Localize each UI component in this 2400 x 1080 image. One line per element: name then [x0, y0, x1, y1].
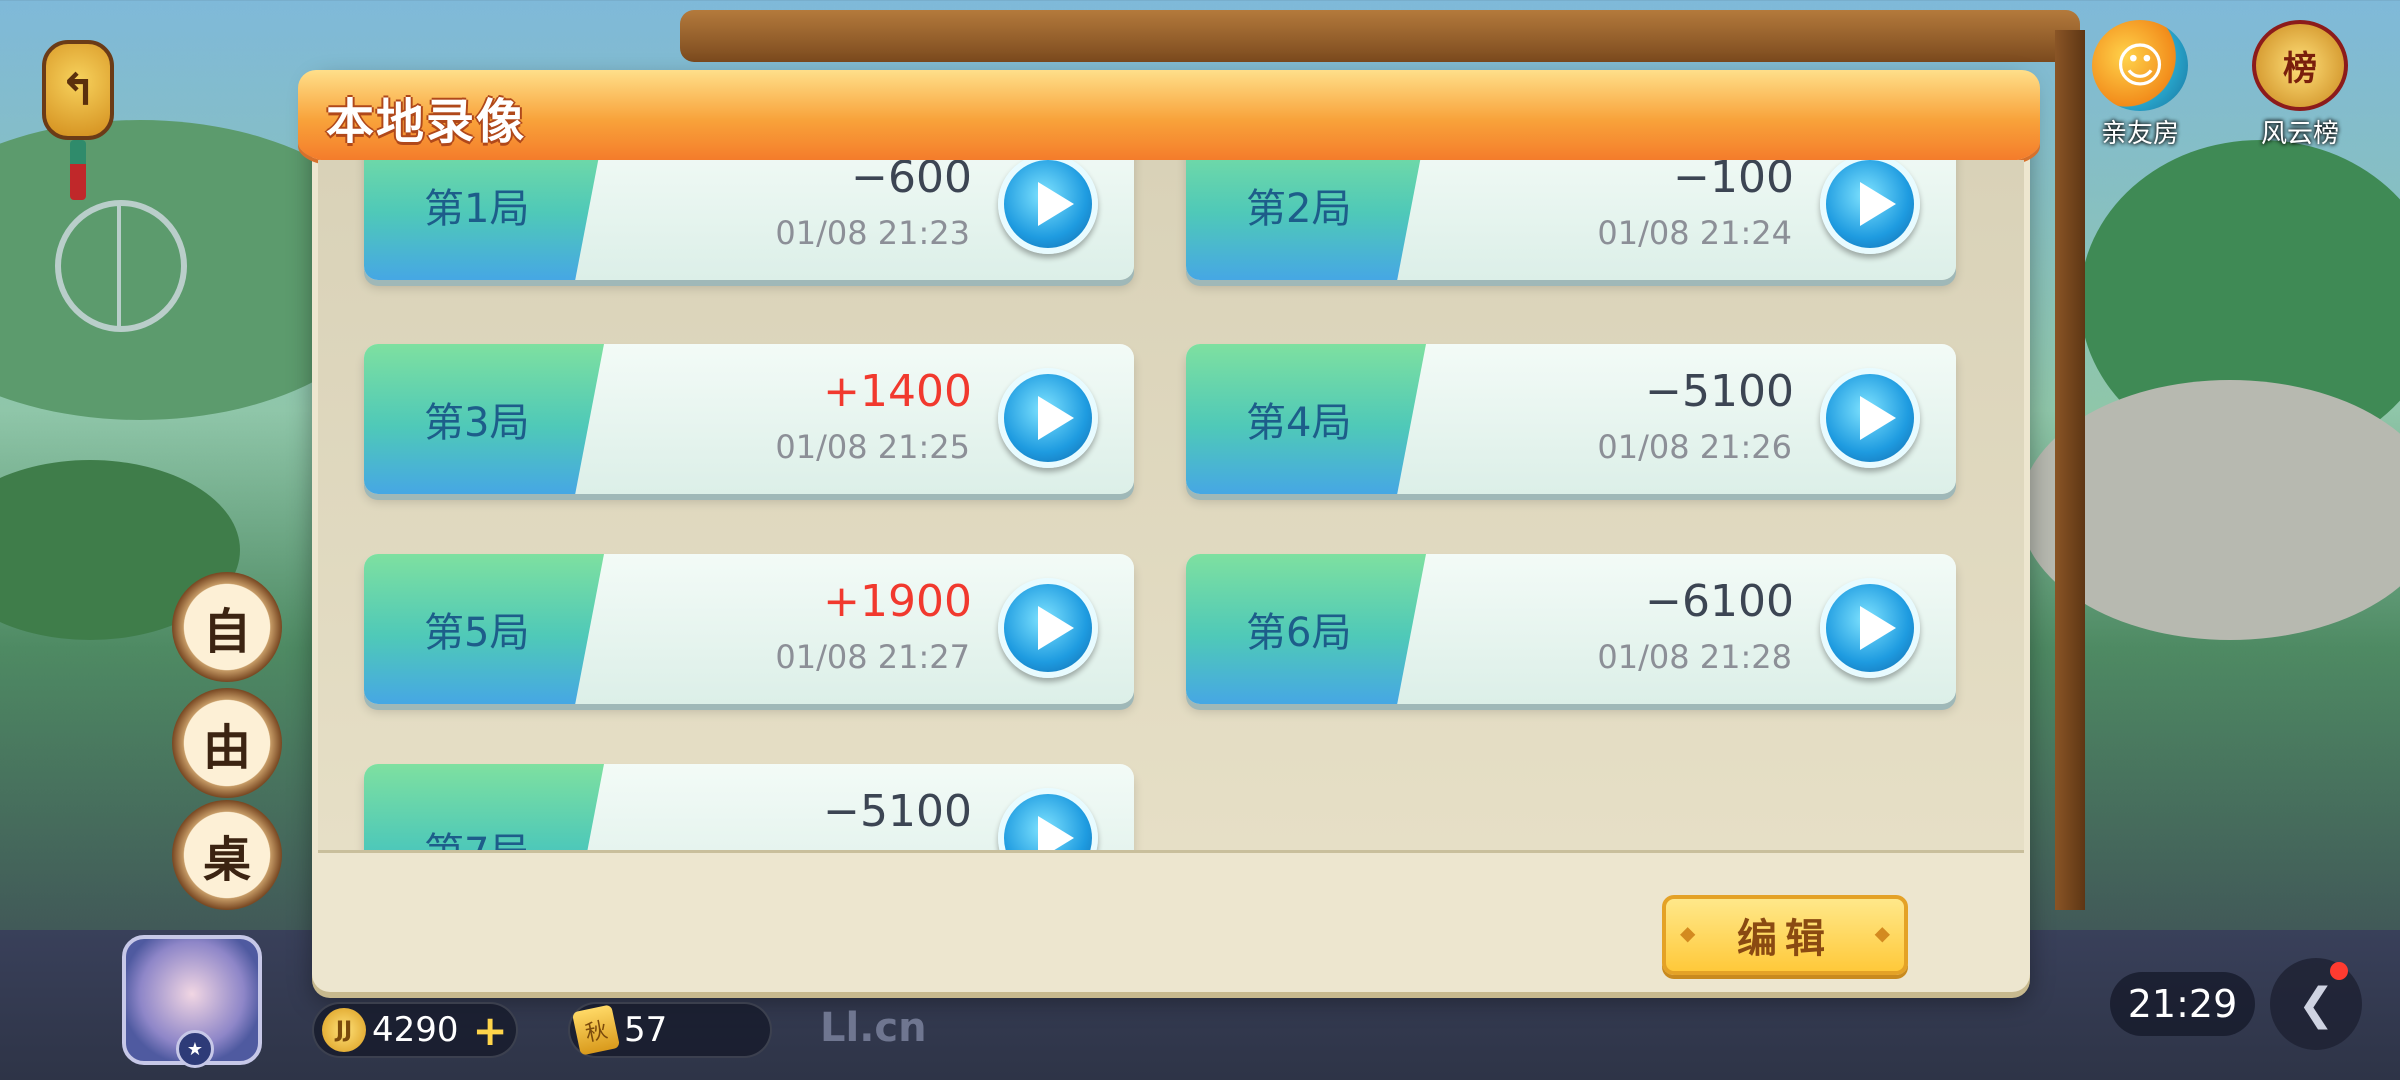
- ticket-amount: 57: [624, 1010, 668, 1050]
- panel-title: 本地录像: [326, 94, 527, 150]
- play-icon[interactable]: [998, 578, 1098, 678]
- play-icon[interactable]: [1820, 368, 1920, 468]
- coin-balance[interactable]: JJ 4290 +: [312, 1002, 518, 1058]
- round-score: −6100: [1645, 576, 1794, 627]
- replay-list[interactable]: 第1局 −600 01/08 21:23 第2局 −100 01/08 21:2…: [318, 160, 2024, 850]
- round-label: 第6局: [1246, 610, 1352, 656]
- watermark-text: Ll.cn: [820, 1005, 927, 1051]
- add-coins-icon[interactable]: +: [473, 1006, 508, 1055]
- round-label: 第2局: [1246, 186, 1352, 232]
- round-score: −100: [1673, 160, 1794, 203]
- round-score: −5100: [1645, 366, 1794, 417]
- ferris-wheel-decoration: [55, 200, 187, 332]
- round-score: +1900: [823, 576, 972, 627]
- clock: 21:29: [2110, 972, 2255, 1036]
- round-time: 01/08 21:25: [775, 428, 970, 466]
- round-label: 第3局: [424, 400, 530, 446]
- star-badge-icon: ★: [176, 1030, 214, 1068]
- play-icon[interactable]: [998, 788, 1098, 850]
- replay-card-6[interactable]: 第6局 −6100 01/08 21:28: [1186, 554, 1956, 704]
- replay-card-3[interactable]: 第3局 +1400 01/08 21:25: [364, 344, 1134, 494]
- round-score: −600: [851, 160, 972, 203]
- round-label: 第5局: [424, 610, 530, 656]
- friends-room-label: 亲友房: [2100, 119, 2179, 149]
- leaderboard-label: 风云榜: [2260, 119, 2339, 149]
- ticket-icon: 秋: [571, 1004, 621, 1056]
- ticket-badge-text: 秋: [583, 1017, 610, 1047]
- wooden-frame-post: [2055, 30, 2085, 910]
- replay-card-1[interactable]: 第1局 −600 01/08 21:23: [364, 160, 1134, 280]
- round-time: 01/08 21:27: [775, 638, 970, 676]
- lantern-tassel-decoration: [70, 140, 86, 200]
- round-time: 01/08 21:28: [1597, 638, 1792, 676]
- friends-room-button[interactable]: ☺ 亲友房: [2080, 20, 2200, 150]
- back-arrow-icon: ↰: [59, 64, 97, 116]
- menu-button[interactable]: ❮: [2270, 958, 2362, 1050]
- play-icon[interactable]: [998, 368, 1098, 468]
- notification-dot: [2330, 962, 2348, 980]
- play-icon[interactable]: [998, 160, 1098, 254]
- replay-card-2[interactable]: 第2局 −100 01/08 21:24: [1186, 160, 1956, 280]
- chevron-left-icon: ❮: [2297, 978, 2335, 1030]
- free-table-sign-char-3[interactable]: 桌: [172, 800, 282, 910]
- round-time: 01/08 21:24: [1597, 214, 1792, 252]
- round-label: 第1局: [424, 186, 530, 232]
- round-time: 01/08 21:26: [1597, 428, 1792, 466]
- ticket-balance[interactable]: 秋 57: [568, 1002, 772, 1058]
- free-table-sign-char-2[interactable]: 由: [172, 688, 282, 798]
- round-time: 01/08 21:23: [775, 214, 970, 252]
- round-score: +1400: [823, 366, 972, 417]
- replay-card-7[interactable]: 第7局 −5100: [364, 764, 1134, 850]
- round-score: −5100: [823, 786, 972, 837]
- play-icon[interactable]: [1820, 578, 1920, 678]
- round-label: 第4局: [1246, 400, 1352, 446]
- free-table-sign-char-1[interactable]: 自: [172, 572, 282, 682]
- back-button[interactable]: ↰: [42, 40, 114, 140]
- panel-header: [298, 70, 2040, 162]
- friends-room-icon: ☺: [2092, 20, 2188, 111]
- trophy-icon: 榜: [2252, 20, 2348, 111]
- replay-card-4[interactable]: 第4局 −5100 01/08 21:26: [1186, 344, 1956, 494]
- round-label: 第7局: [424, 820, 529, 850]
- edit-button[interactable]: 编辑: [1662, 895, 1908, 975]
- coin-amount: 4290: [372, 1010, 459, 1050]
- leaderboard-button[interactable]: 榜 风云榜: [2240, 20, 2360, 150]
- wooden-frame-top: [680, 10, 2080, 62]
- coin-badge-text: JJ: [335, 1017, 353, 1043]
- coin-icon: JJ: [322, 1008, 366, 1052]
- trophy-badge-text: 榜: [2283, 49, 2317, 89]
- replay-card-5[interactable]: 第5局 +1900 01/08 21:27: [364, 554, 1134, 704]
- play-icon[interactable]: [1820, 160, 1920, 254]
